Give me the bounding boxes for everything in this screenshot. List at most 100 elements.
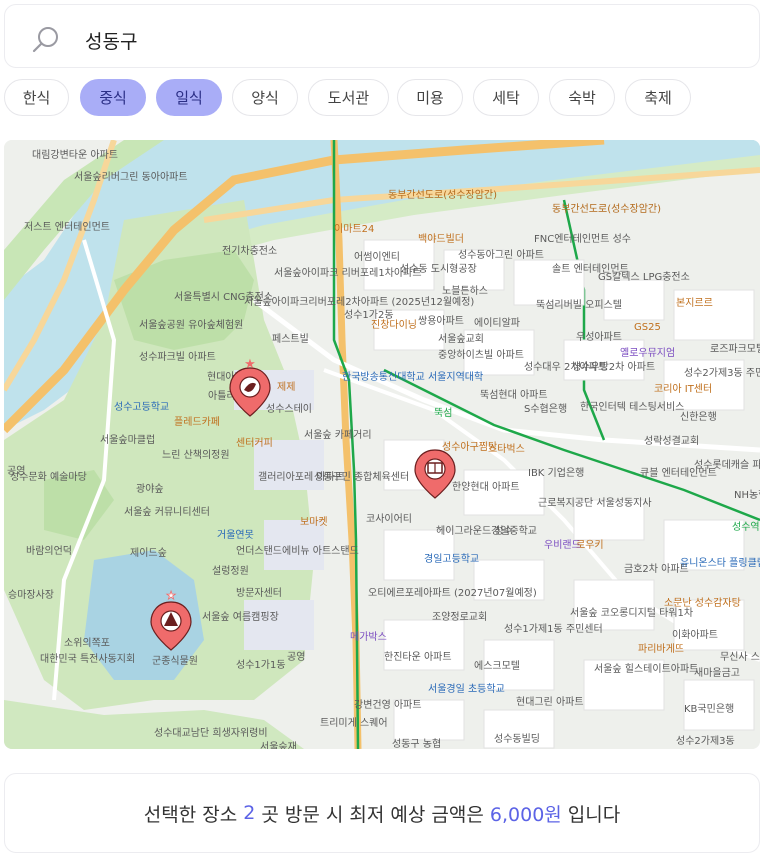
label-uni: 유니온스타 플링클럽 bbox=[680, 557, 760, 569]
label-jeoseuteu: 저스트 엔터테인먼트 bbox=[24, 221, 110, 233]
pin-star-outline-icon: ★ bbox=[166, 589, 176, 602]
label-ddukseom-hyundai: 뚝섬현대 아파트 bbox=[480, 389, 548, 401]
label-daehan: 대한민국 특전사동지회 bbox=[40, 653, 135, 665]
label-seongsu-3: 성수2가제3동 주민센터 bbox=[684, 367, 760, 379]
label-hanyang: 한양현대 아파트 bbox=[452, 481, 520, 493]
label-ubi: 우비랜드 bbox=[544, 539, 581, 551]
label-seoulforest-gate: 서울숲재 bbox=[260, 741, 297, 749]
label-koseu: 코사이어티 bbox=[366, 513, 412, 525]
summary-prefix: 선택한 장소 bbox=[143, 803, 244, 826]
chip-beauty[interactable]: 미용 bbox=[397, 79, 463, 116]
label-boma: 보마켓 bbox=[300, 516, 328, 528]
label-seoulforest-cafe: 서울숲 카페거리 bbox=[304, 429, 372, 441]
label-forest-park: 서울숲공원 유아숲체험원 bbox=[139, 319, 243, 331]
label-megabox: 메가박스 bbox=[350, 631, 387, 643]
label-apparel: 이화아파트 bbox=[672, 629, 718, 641]
chip-festival[interactable]: 축제 bbox=[625, 79, 691, 116]
label-gs-lpg: GS칼텍스 LPG충전소 bbox=[598, 270, 690, 283]
label-ssangyong: 쌍용아파트 bbox=[418, 315, 464, 327]
chip-library[interactable]: 도서관 bbox=[308, 79, 389, 116]
label-seoul-gyohoe: 서울숲교회 bbox=[438, 333, 484, 345]
label-kb: KB국민은행 bbox=[684, 703, 734, 715]
label-fnc: FNC엔터테인먼트 성수 bbox=[534, 233, 631, 245]
label-aikon2: 서울숲아이파크리버포레2차아파트 (2025년12월예정) bbox=[244, 296, 474, 308]
label-seoulforest-hill: 서울숲 힐스테이트아파트 bbox=[594, 662, 698, 675]
road-label-dongbu: 동부간선도로(성수장암간) bbox=[388, 189, 497, 201]
label-jungang: 중앙하이츠빌 아파트 bbox=[438, 348, 524, 361]
chip-korean[interactable]: 한식 bbox=[4, 79, 69, 116]
label-seongsu-daegyo: 성수대교남단 희생자위령비 bbox=[154, 726, 268, 739]
label-seongsu-dong: 성수동 도시형공장 bbox=[400, 263, 477, 275]
label-starbucks: 스타벅스 bbox=[488, 443, 525, 455]
label-eodeum: 어썸이엔티 bbox=[354, 251, 400, 263]
label-bakja: 백야드빌더 bbox=[418, 233, 464, 245]
search-bar[interactable]: 성동구 bbox=[4, 4, 760, 68]
label-seongsu-middle: 경일고등학교 bbox=[424, 552, 479, 565]
label-seongdong-1: 성수동빌딩 bbox=[494, 733, 540, 745]
label-mupin: 무신사 스 bbox=[720, 651, 760, 663]
label-sowi: 소위의쪽포 bbox=[64, 636, 110, 649]
label-gong: 공영 bbox=[7, 465, 25, 477]
chip-lodging[interactable]: 숙박 bbox=[549, 79, 615, 116]
label-smu: 새마을금고 bbox=[694, 667, 740, 679]
label-flud: 플레드카페 bbox=[174, 416, 220, 428]
label-oti: 오티에르포레아파트 (2027년07월예정) bbox=[368, 587, 537, 599]
label-emart: 이마트24 bbox=[334, 223, 374, 235]
label-seungmo: 승마장사장 bbox=[8, 589, 54, 601]
chip-chinese[interactable]: 중식 bbox=[80, 79, 146, 116]
label-seongsu-lotte: 성수롯데캐슬 파크데시앙 bbox=[694, 459, 760, 471]
selected-count: 2 bbox=[243, 802, 256, 824]
label-seongsu-2ga3: 성수2가제3동 bbox=[676, 735, 735, 747]
pin-star-icon: ★ bbox=[244, 357, 256, 372]
label-seongsu-park: 성수파크빌 아파트 bbox=[139, 351, 216, 363]
label-summer: 서울숲 여름캠핑장 bbox=[202, 611, 279, 623]
label-ddukseom-river: 뚝섬리버빌 오피스텔 bbox=[536, 299, 622, 311]
label-rosepark: 로즈파크모텔 bbox=[710, 343, 760, 355]
label-seoul-gyeongil: 서울경일 초등학교 bbox=[428, 682, 505, 695]
label-paste: 페스트빌 bbox=[272, 333, 309, 345]
label-seoulforest-club: 서울숲마클럽 bbox=[100, 434, 155, 446]
label-sungsu-gyo: 성락성결교회 bbox=[644, 435, 699, 447]
label-seongsu-station: 성수역 bbox=[732, 521, 760, 533]
label-neuri: 느린 산책의정원 bbox=[162, 449, 230, 461]
search-icon bbox=[32, 27, 58, 53]
label-ggumchi: 근로복지공단 서울성동지사 bbox=[538, 497, 652, 509]
summary-middle: 곳 방문 시 최저 예상 금액은 bbox=[255, 803, 490, 826]
label-ddukseom: 뚝섬 bbox=[434, 407, 452, 419]
chip-western[interactable]: 양식 bbox=[232, 79, 298, 116]
label-hanjin: 한진타운 아파트 bbox=[384, 651, 452, 663]
label-jeongi: 전기차충전소 bbox=[222, 245, 277, 257]
label-shinhan: 신한은행 bbox=[680, 411, 717, 423]
label-geoul: 거울연못 bbox=[217, 529, 254, 541]
label-seongsu-stay: 성수스테이 bbox=[266, 403, 312, 415]
label-seoulforest-river: 서울숲리버그린 동아아파트 bbox=[74, 171, 188, 183]
label-seongsu1ga1-center: 성수1가제1동 주민센터 bbox=[504, 623, 603, 635]
map-view[interactable]: 동부간선도로(성수장암간) 동부간선도로(성수장암간) 대림강변타운 아파트 서… bbox=[4, 140, 760, 749]
summary-suffix: 입니다 bbox=[561, 803, 621, 826]
label-paris: 파리바게뜨 bbox=[638, 643, 684, 655]
road-label-dongbu2: 동부간선도로(성수장암간) bbox=[552, 203, 661, 215]
label-korea-it: 코리아 IT센터 bbox=[654, 383, 712, 395]
label-ubi-school: 경일중학교 bbox=[491, 524, 537, 537]
label-woosung: 우성아파트 bbox=[576, 331, 622, 343]
label-seongsu-agreen: 성수동아그린 아파트 bbox=[458, 249, 544, 261]
label-hanguk-inter: 한국인터텍 테스팅서비스 bbox=[580, 401, 684, 413]
label-hanguk-tv: 한국방송통신대학교 서울지역대학 bbox=[342, 371, 483, 383]
search-input[interactable]: 성동구 bbox=[85, 27, 137, 54]
label-seongsu-nonghyeop: 성동구 농협 bbox=[392, 737, 441, 749]
map-canvas[interactable]: 동부간선도로(성수장암간) 동부간선도로(성수장암간) 대림강변타운 아파트 서… bbox=[4, 140, 760, 749]
chip-japanese[interactable]: 일식 bbox=[156, 79, 222, 116]
label-center: 센터커피 bbox=[236, 437, 273, 449]
label-esu: 에스크모텔 bbox=[474, 660, 520, 672]
chip-laundry[interactable]: 세탁 bbox=[473, 79, 539, 116]
label-nobel: 노블튼하스 bbox=[442, 284, 488, 297]
label-jowang: 조양정로교회 bbox=[432, 611, 487, 623]
label-gs25: GS25 bbox=[634, 322, 661, 333]
label-jeui: 제이드숲 bbox=[130, 547, 167, 559]
label-ss-sdi: S수협은행 bbox=[524, 402, 567, 415]
label-daerim: 대림강변타운 아파트 bbox=[32, 149, 118, 161]
label-ibk: IBK 기업은행 bbox=[528, 466, 584, 479]
label-seoulforest-comm: 서울숲 커뮤니티센터 bbox=[124, 506, 210, 518]
label-seongsu-woo: 성수우방2차 아파트 bbox=[572, 361, 655, 373]
label-wellow: 옐로우뮤지엄 bbox=[620, 347, 675, 359]
